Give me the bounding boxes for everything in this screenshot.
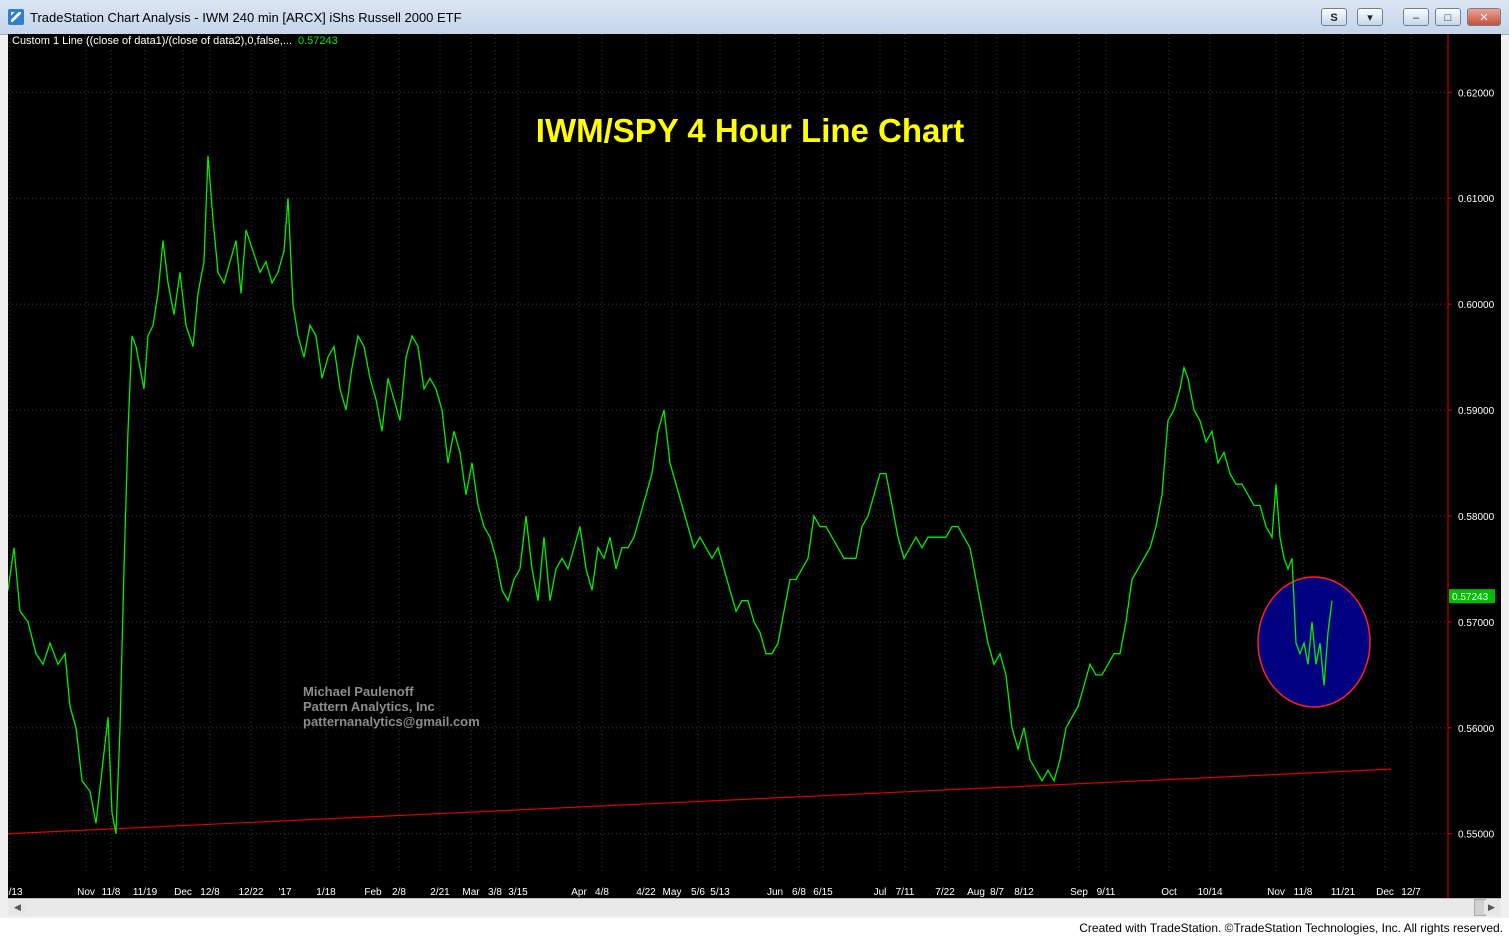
time-tick-label: Nov — [1267, 887, 1285, 898]
price-tick-label: 0.57000 — [1458, 618, 1495, 629]
time-tick-label: 11/21 — [1331, 887, 1356, 898]
maximize-button[interactable]: □ — [1435, 8, 1461, 26]
time-tick-label: 5/13 — [710, 887, 730, 898]
time-tick-label: 9/11 — [1097, 887, 1116, 898]
time-tick-label: Oct — [1161, 887, 1177, 898]
time-tick-label: 7/22 — [935, 887, 955, 898]
arrow-right-icon: ▶ — [1488, 902, 1495, 912]
time-tick-label: Jun — [767, 887, 783, 898]
title-bar: TradeStation Chart Analysis - IWM 240 mi… — [0, 0, 1509, 35]
time-tick-label: 4/8 — [595, 887, 609, 898]
time-tick-label: 12/7 — [1401, 887, 1421, 898]
time-tick-label: Dec — [1376, 887, 1394, 898]
time-tick-label: 8/12 — [1014, 887, 1034, 898]
horizontal-scrollbar[interactable]: ◀ ▶ — [8, 898, 1501, 916]
time-tick-label: '17 — [278, 887, 291, 898]
time-tick-label: Sep — [1070, 887, 1088, 898]
time-tick-label: 11/8 — [1294, 887, 1313, 898]
time-tick-label: 6/8 — [792, 887, 806, 898]
time-tick-label: 3/8 — [488, 887, 502, 898]
ratio-line-series — [8, 155, 1333, 834]
watermark-email: patternanalytics@gmail.com — [303, 714, 480, 729]
time-tick-label: 10/14 — [1197, 887, 1222, 898]
support-trendline — [8, 768, 1392, 835]
indicator-label: Custom 1 Line ((close of data1)/(close o… — [12, 35, 292, 47]
grid-lines — [8, 34, 1448, 874]
time-tick-label: Aug — [967, 887, 985, 898]
minimize-button[interactable]: – — [1403, 8, 1429, 26]
s-button[interactable]: S — [1321, 8, 1347, 26]
chevron-down-icon: ▾ — [1367, 12, 1373, 24]
watermark-name: Michael Paulenoff — [303, 684, 414, 699]
tradestation-app-icon — [8, 9, 24, 25]
last-value-tag: 0.57243 — [1449, 589, 1495, 604]
time-tick-label: Feb — [364, 887, 382, 898]
time-axis: 10/13 Nov 11/8 11/19 Dec 12/8 12/22 '17 1/18 Feb 2… — [8, 887, 1421, 898]
time-tick-label: Mar — [462, 887, 480, 898]
footer-copyright: Created with TradeStation. ©TradeStation… — [1079, 921, 1503, 935]
arrow-left-icon: ◀ — [14, 902, 21, 912]
time-tick-label: 11/19 — [133, 887, 158, 898]
time-tick-label: Nov — [77, 887, 95, 898]
watermark-company: Pattern Analytics, Inc — [303, 699, 435, 714]
footer: Created with TradeStation. ©TradeStation… — [0, 918, 1509, 937]
price-tick-label: 0.56000 — [1458, 724, 1495, 735]
time-tick-label: Jul — [874, 887, 887, 898]
time-tick-label: 12/8 — [200, 887, 220, 898]
close-button[interactable]: ✕ — [1467, 8, 1501, 26]
time-tick-label: 5/6 — [691, 887, 705, 898]
price-tick-label: 0.55000 — [1458, 830, 1495, 841]
price-tick-label: 0.62000 — [1458, 88, 1495, 99]
time-tick-label: 11/8 — [102, 887, 121, 898]
price-axis: 0.55000 0.56000 0.57000 0.58000 0.59000 0.600… — [1448, 88, 1495, 841]
time-tick-label: May — [663, 887, 682, 898]
time-tick-label: 7/11 — [896, 887, 915, 898]
time-tick-label: Apr — [571, 887, 587, 898]
chart-title: IWM/SPY 4 Hour Line Chart — [536, 112, 964, 149]
maximize-icon: □ — [1444, 12, 1452, 24]
time-tick-label: 2/8 — [392, 887, 406, 898]
time-tick-label: 2/21 — [430, 887, 450, 898]
indicator-value: 0.57243 — [298, 35, 338, 47]
time-tick-label: 4/22 — [636, 887, 656, 898]
time-tick-label: 3/15 — [508, 887, 528, 898]
minimize-icon: – — [1412, 12, 1420, 24]
chart-canvas[interactable]: 0.55000 0.56000 0.57000 0.58000 0.59000 0.600… — [8, 34, 1501, 898]
price-tick-label: 0.59000 — [1458, 406, 1495, 417]
window-title: TradeStation Chart Analysis - IWM 240 mi… — [30, 10, 462, 25]
scroll-left-button[interactable]: ◀ — [10, 900, 25, 914]
time-tick-label: 8/7 — [990, 887, 1004, 898]
price-tick-label: 0.60000 — [1458, 300, 1495, 311]
time-tick-label: 12/22 — [238, 887, 263, 898]
time-tick-label: 6/15 — [813, 887, 833, 898]
options-menu-button[interactable]: ▾ — [1357, 8, 1383, 26]
scroll-right-button[interactable]: ▶ — [1484, 900, 1499, 914]
chart-area[interactable]: 0.55000 0.56000 0.57000 0.58000 0.59000 0.600… — [8, 34, 1501, 915]
time-tick-label: 10/13 — [8, 887, 23, 898]
price-tick-label: 0.61000 — [1458, 194, 1495, 205]
time-tick-label: Dec — [174, 887, 192, 898]
close-icon: ✕ — [1479, 12, 1489, 24]
s-button-label: S — [1330, 12, 1338, 24]
last-value-tag-text: 0.57243 — [1452, 592, 1489, 603]
price-tick-label: 0.58000 — [1458, 512, 1495, 523]
time-tick-label: 1/18 — [316, 887, 336, 898]
